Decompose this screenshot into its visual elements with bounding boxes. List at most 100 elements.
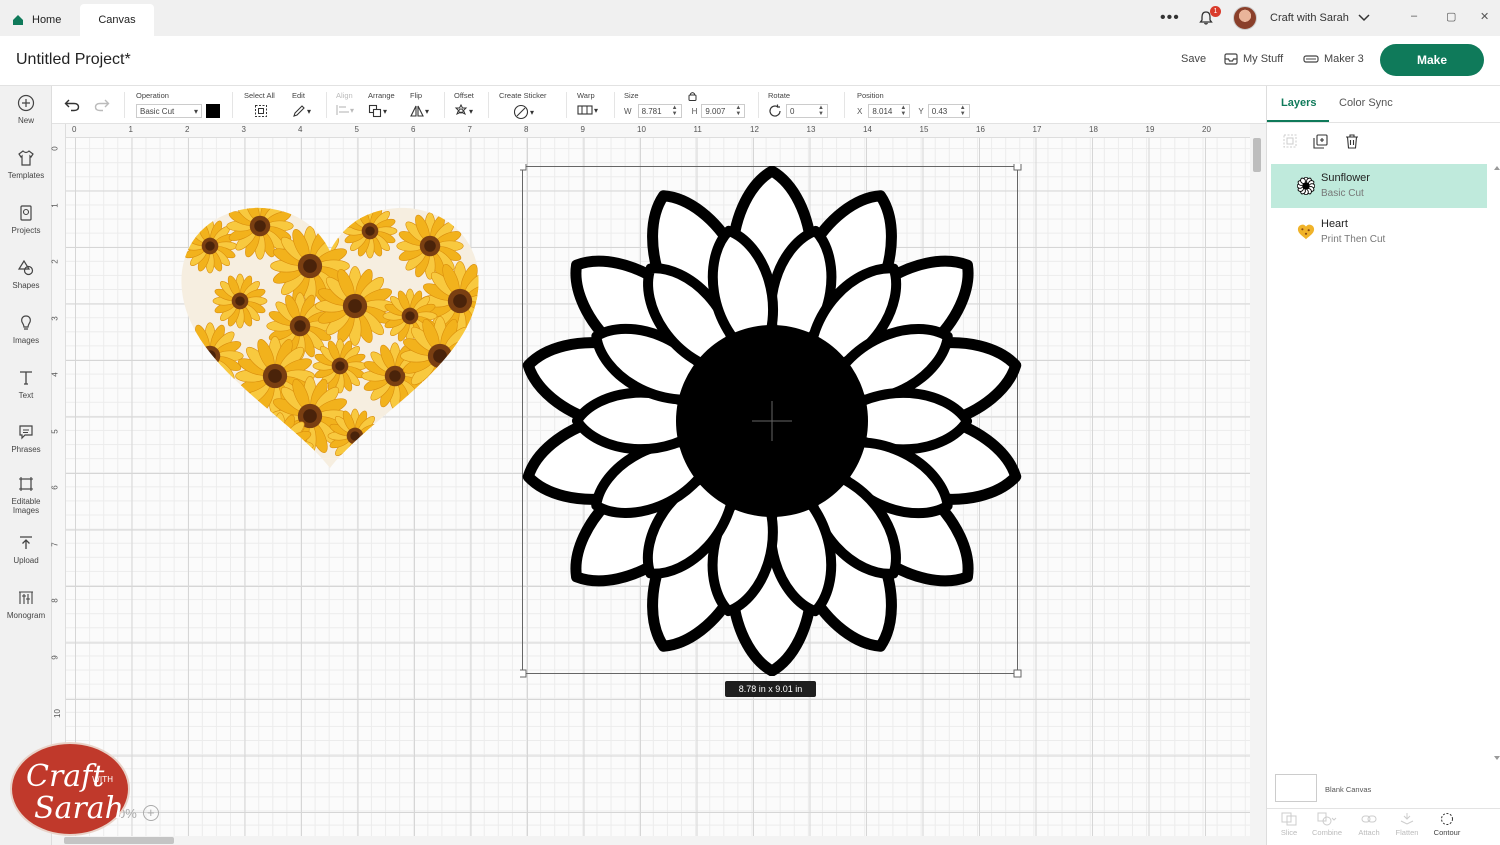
- machine-label: Maker 3: [1324, 53, 1364, 65]
- notifications-button[interactable]: 1: [1198, 0, 1221, 36]
- tab-canvas[interactable]: Canvas: [80, 4, 154, 36]
- undo-icon: [64, 99, 80, 112]
- scrollbar-thumb[interactable]: [1253, 138, 1261, 172]
- sidebar-item-monogram[interactable]: Monogram: [0, 589, 52, 620]
- close-icon[interactable]: ✕: [1480, 10, 1489, 23]
- delete-icon[interactable]: [1345, 134, 1359, 149]
- sidebar-item-upload[interactable]: Upload: [0, 534, 52, 565]
- layer-row-sunflower[interactable]: Sunflower Basic Cut: [1271, 164, 1487, 208]
- x-position-input[interactable]: 8.014 ▲ ▼: [868, 104, 911, 118]
- monogram-icon: [19, 591, 33, 604]
- sidebar-item-templates[interactable]: Templates: [0, 149, 52, 180]
- app-tab-bar: Home Canvas ••• 1 Craft with Sarah – ▢ ✕: [0, 0, 1500, 36]
- lock-icon[interactable]: [688, 91, 697, 101]
- blank-canvas-swatch[interactable]: [1275, 774, 1317, 802]
- avatar[interactable]: [1233, 0, 1257, 36]
- rotate-input[interactable]: 0 ▲ ▼: [786, 104, 828, 118]
- stepper-icon[interactable]: ▲ ▼: [818, 105, 824, 117]
- ruler-tick-label: 9: [580, 125, 585, 134]
- blank-canvas-label: Blank Canvas: [1325, 785, 1372, 794]
- stepper-icon[interactable]: ▲ ▼: [900, 105, 906, 117]
- y-label: Y: [918, 106, 924, 116]
- ruler-tick-label: 6: [411, 125, 416, 134]
- ruler-tick-label: 3: [50, 315, 60, 321]
- make-button[interactable]: Make: [1380, 44, 1484, 76]
- sidebar-item-phrases[interactable]: Phrases: [0, 423, 52, 454]
- sidebar-item-label: Images: [12, 336, 40, 345]
- design-sidebar: New Templates Projects Shapes Images Tex…: [0, 86, 52, 845]
- height-label: H: [691, 106, 698, 116]
- ruler-tick-label: 8: [50, 598, 60, 603]
- project-title[interactable]: Untitled Project*: [16, 51, 131, 69]
- layer-operation: Print Then Cut: [1321, 234, 1386, 245]
- tab-home[interactable]: Home: [8, 4, 80, 36]
- sidebar-item-new[interactable]: New: [0, 94, 52, 125]
- svg-text:Sarah: Sarah: [34, 791, 124, 826]
- ruler-tick-label: 5: [354, 125, 359, 134]
- more-options-icon[interactable]: •••: [1160, 0, 1180, 36]
- combine-button[interactable]: Combine: [1309, 812, 1345, 837]
- stepper-icon[interactable]: ▲ ▼: [735, 105, 741, 117]
- slice-button[interactable]: Slice: [1271, 812, 1307, 837]
- shirt-icon: [18, 150, 34, 166]
- account-name[interactable]: Craft with Sarah: [1270, 0, 1349, 36]
- tab-color-sync[interactable]: Color Sync: [1339, 97, 1393, 109]
- ruler-tick-label: 20: [1202, 125, 1211, 134]
- attach-label: Attach: [1358, 828, 1380, 837]
- duplicate-icon[interactable]: [1313, 134, 1328, 149]
- x-label: X: [857, 106, 863, 116]
- minimize-icon[interactable]: –: [1411, 10, 1417, 22]
- height-input[interactable]: 9.007 ▲ ▼: [701, 104, 746, 118]
- panel-scrollbar[interactable]: [1493, 164, 1500, 764]
- combine-icon: [1317, 812, 1337, 826]
- sidebar-item-shapes[interactable]: Shapes: [0, 259, 52, 290]
- save-button[interactable]: Save: [1181, 53, 1206, 65]
- vertical-scrollbar[interactable]: [1250, 124, 1266, 836]
- rotate-icon: [769, 104, 781, 117]
- maximize-icon[interactable]: ▢: [1446, 10, 1456, 23]
- machine-selector[interactable]: Maker 3: [1303, 53, 1364, 65]
- design-canvas[interactable]: [66, 138, 1250, 836]
- sidebar-item-text[interactable]: Text: [0, 369, 52, 400]
- sidebar-item-label: Templates: [7, 171, 45, 180]
- speech-bubble-icon: [19, 425, 33, 440]
- sunflower-cut-image[interactable]: [522, 166, 1022, 676]
- layer-row-heart[interactable]: Heart Print Then Cut: [1271, 210, 1487, 254]
- sidebar-item-projects[interactable]: Projects: [0, 204, 52, 235]
- heart-sunflower-image[interactable]: [180, 206, 480, 471]
- flatten-button[interactable]: Flatten: [1389, 812, 1425, 837]
- operation-select[interactable]: Basic Cut ▾: [136, 104, 202, 118]
- zoom-in-icon[interactable]: +: [142, 805, 159, 821]
- group-icon[interactable]: [1283, 134, 1297, 148]
- ruler-tick-label: 15: [919, 125, 929, 134]
- sidebar-item-editable-images[interactable]: Editable Images: [0, 475, 52, 515]
- y-position-input[interactable]: 0.43 ▲ ▼: [927, 104, 970, 118]
- offset-icon: [454, 104, 468, 116]
- ruler-tick-label: 10: [637, 125, 646, 134]
- stepper-icon[interactable]: ▲ ▼: [960, 105, 966, 117]
- stepper-icon[interactable]: ▲ ▼: [672, 105, 678, 117]
- ruler-tick-label: 7: [50, 541, 60, 547]
- my-stuff-button[interactable]: My Stuff: [1224, 53, 1283, 65]
- edit-toolbar: Operation Basic Cut ▾ Select All Edit ▾ …: [52, 86, 1266, 124]
- plus-circle-icon: [17, 94, 35, 112]
- size-label: Size: [624, 91, 639, 100]
- horizontal-scrollbar[interactable]: [52, 836, 1266, 845]
- sidebar-item-label: Text: [18, 391, 34, 400]
- slice-icon: [1281, 812, 1297, 826]
- home-icon: [13, 15, 23, 25]
- attach-button[interactable]: Attach: [1351, 812, 1387, 837]
- ruler-tick-label: 17: [1032, 125, 1042, 134]
- contour-button[interactable]: Contour: [1429, 812, 1465, 837]
- scrollbar-thumb[interactable]: [64, 837, 174, 844]
- width-input[interactable]: 8.781 ▲ ▼: [637, 104, 682, 118]
- ruler-tick-label: 14: [863, 125, 872, 134]
- ruler-tick-label: 10: [52, 709, 62, 718]
- operation-color-swatch[interactable]: [206, 104, 220, 118]
- sidebar-item-images[interactable]: Images: [0, 314, 52, 345]
- pencil-icon: [293, 105, 305, 117]
- rotate-value: 0: [790, 106, 795, 116]
- tab-layers[interactable]: Layers: [1281, 97, 1316, 109]
- chevron-down-icon[interactable]: [1358, 0, 1370, 36]
- arrange-label: Arrange: [368, 91, 395, 100]
